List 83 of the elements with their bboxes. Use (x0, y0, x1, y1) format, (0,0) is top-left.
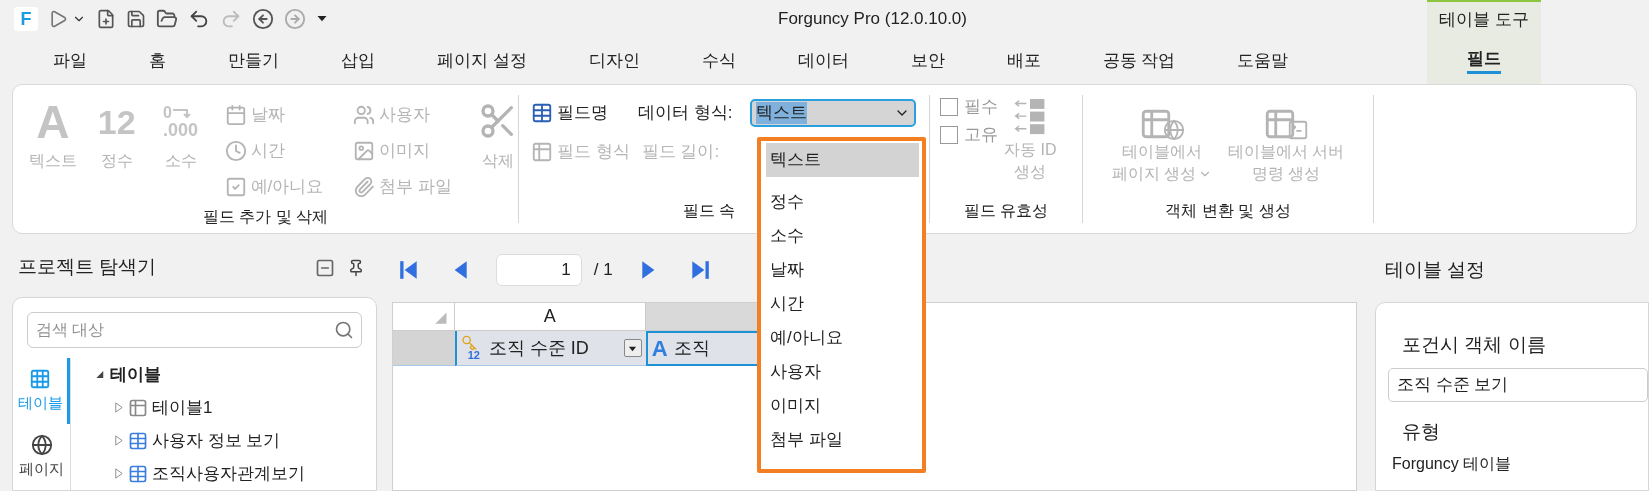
page-total: / 1 (593, 259, 613, 282)
letter-icon: A (36, 97, 70, 147)
field-name: 조직 (673, 337, 710, 360)
new-file-icon[interactable] (96, 9, 116, 29)
checkbox[interactable] (940, 98, 958, 116)
field-name-button[interactable]: 필드명 (531, 100, 608, 126)
collapsed-arrow-icon[interactable] (113, 435, 124, 446)
group-label: 필드 추가 및 삭제 (202, 207, 329, 227)
field-length-label: 필드 길이: (641, 141, 720, 163)
dropdown-option[interactable]: 시간 (766, 287, 919, 321)
undo-icon[interactable] (188, 8, 210, 30)
ribbon-tab[interactable]: 파일 (22, 44, 118, 78)
dropdown-option[interactable]: 사용자 (766, 355, 919, 389)
collapsed-arrow-icon[interactable] (113, 468, 124, 479)
view-table-icon (128, 430, 148, 451)
field-name: 조직 수준 ID (488, 336, 589, 360)
panel-title: 테이블 설정 (1385, 257, 1486, 282)
view-table-icon (128, 463, 148, 484)
image-icon (353, 140, 376, 162)
ribbon-tab[interactable]: 페이지 설정 (406, 44, 558, 78)
tree-item[interactable]: 조직사용자관계보기 (152, 460, 305, 487)
table-icon (128, 397, 148, 418)
collapsed-arrow-icon[interactable] (113, 402, 124, 413)
run-icon[interactable] (48, 9, 68, 29)
users-icon (353, 104, 376, 126)
group-label: 필드 속 (683, 201, 736, 221)
checkbox-icon (224, 176, 247, 198)
data-type-select[interactable]: 텍스트 (750, 99, 917, 127)
back-icon[interactable] (252, 8, 274, 30)
ribbon-tab[interactable]: 디자인 (557, 44, 671, 78)
checkbox-label: 필수 (964, 96, 998, 119)
ribbon-tab[interactable]: 데이터 (766, 44, 880, 78)
grid-icon (29, 367, 51, 390)
tree-item[interactable]: 테이블1 (152, 394, 213, 421)
ribbon-tab[interactable]: 필드 (1467, 46, 1501, 74)
field-cell[interactable]: 12 조직 수준 ID (454, 331, 646, 366)
dropdown-option[interactable]: 예/아니요 (766, 321, 919, 355)
group-label: 필드 유효성 (963, 201, 1049, 221)
table-icon (531, 102, 553, 124)
globe-icon (30, 433, 53, 456)
field-label: 포건시 객체 이름 (1402, 333, 1547, 357)
dropdown-option[interactable]: 첨부 파일 (766, 423, 919, 457)
field-label: 유형 (1402, 419, 1441, 444)
window-title: Forguncy Pro (12.0.10.0) (778, 8, 967, 31)
tree-item[interactable]: 사용자 정보 보기 (152, 427, 281, 454)
collapse-icon[interactable] (314, 257, 335, 278)
search-field[interactable]: 검색 대상 (27, 312, 362, 348)
open-folder-icon[interactable] (156, 8, 178, 30)
expanded-arrow-icon (95, 369, 106, 380)
page-number-field[interactable]: 1 (495, 254, 582, 286)
dropdown-option[interactable]: 소수 (766, 219, 919, 253)
clock-icon (224, 140, 247, 162)
ribbon-tab[interactable]: 삽입 (310, 44, 406, 78)
side-tab[interactable]: 페이지 (13, 424, 70, 490)
data-type-label: 데이터 형식: (638, 102, 733, 125)
ribbon-tab[interactable]: 공동 작업 (1071, 44, 1207, 78)
dropdown-option[interactable]: 텍스트 (766, 143, 919, 177)
number-icon: 12 (97, 97, 136, 147)
ribbon-tab[interactable]: 도움말 (1206, 44, 1320, 78)
type-value: Forguncy 테이블 (1392, 454, 1513, 474)
name-field[interactable]: 조직 수준 보기 (1388, 367, 1648, 402)
dropdown-option[interactable]: 정수 (766, 185, 919, 219)
filter-button[interactable] (623, 339, 642, 357)
table-icon (531, 140, 553, 163)
tree-item[interactable]: 테이블 (110, 361, 161, 388)
ribbon-tab[interactable]: 수식 (670, 44, 767, 78)
calendar-icon (224, 104, 247, 126)
dropdown-option[interactable]: 이미지 (766, 389, 919, 423)
ribbon-tab[interactable]: 홈 (118, 44, 197, 78)
skip-arrow-icon (397, 259, 420, 281)
paperclip-icon (353, 176, 376, 198)
text-type-icon: A (651, 337, 668, 360)
save-icon[interactable] (126, 9, 146, 29)
context-group-title: 테이블 도구 (1439, 9, 1529, 32)
group-label: 객체 변환 및 생성 (1165, 201, 1291, 221)
ribbon-tab[interactable]: 배포 (975, 44, 1072, 78)
app-logo: F (14, 7, 38, 31)
checkbox[interactable] (940, 126, 958, 144)
checkbox-label: 고유 (964, 124, 998, 147)
ribbon-tab[interactable]: 보안 (879, 44, 976, 78)
dropdown-option[interactable]: 날짜 (766, 253, 919, 287)
ribbon-tab[interactable]: 만들기 (197, 44, 310, 78)
panel-title: 프로젝트 탐색기 (18, 255, 157, 280)
